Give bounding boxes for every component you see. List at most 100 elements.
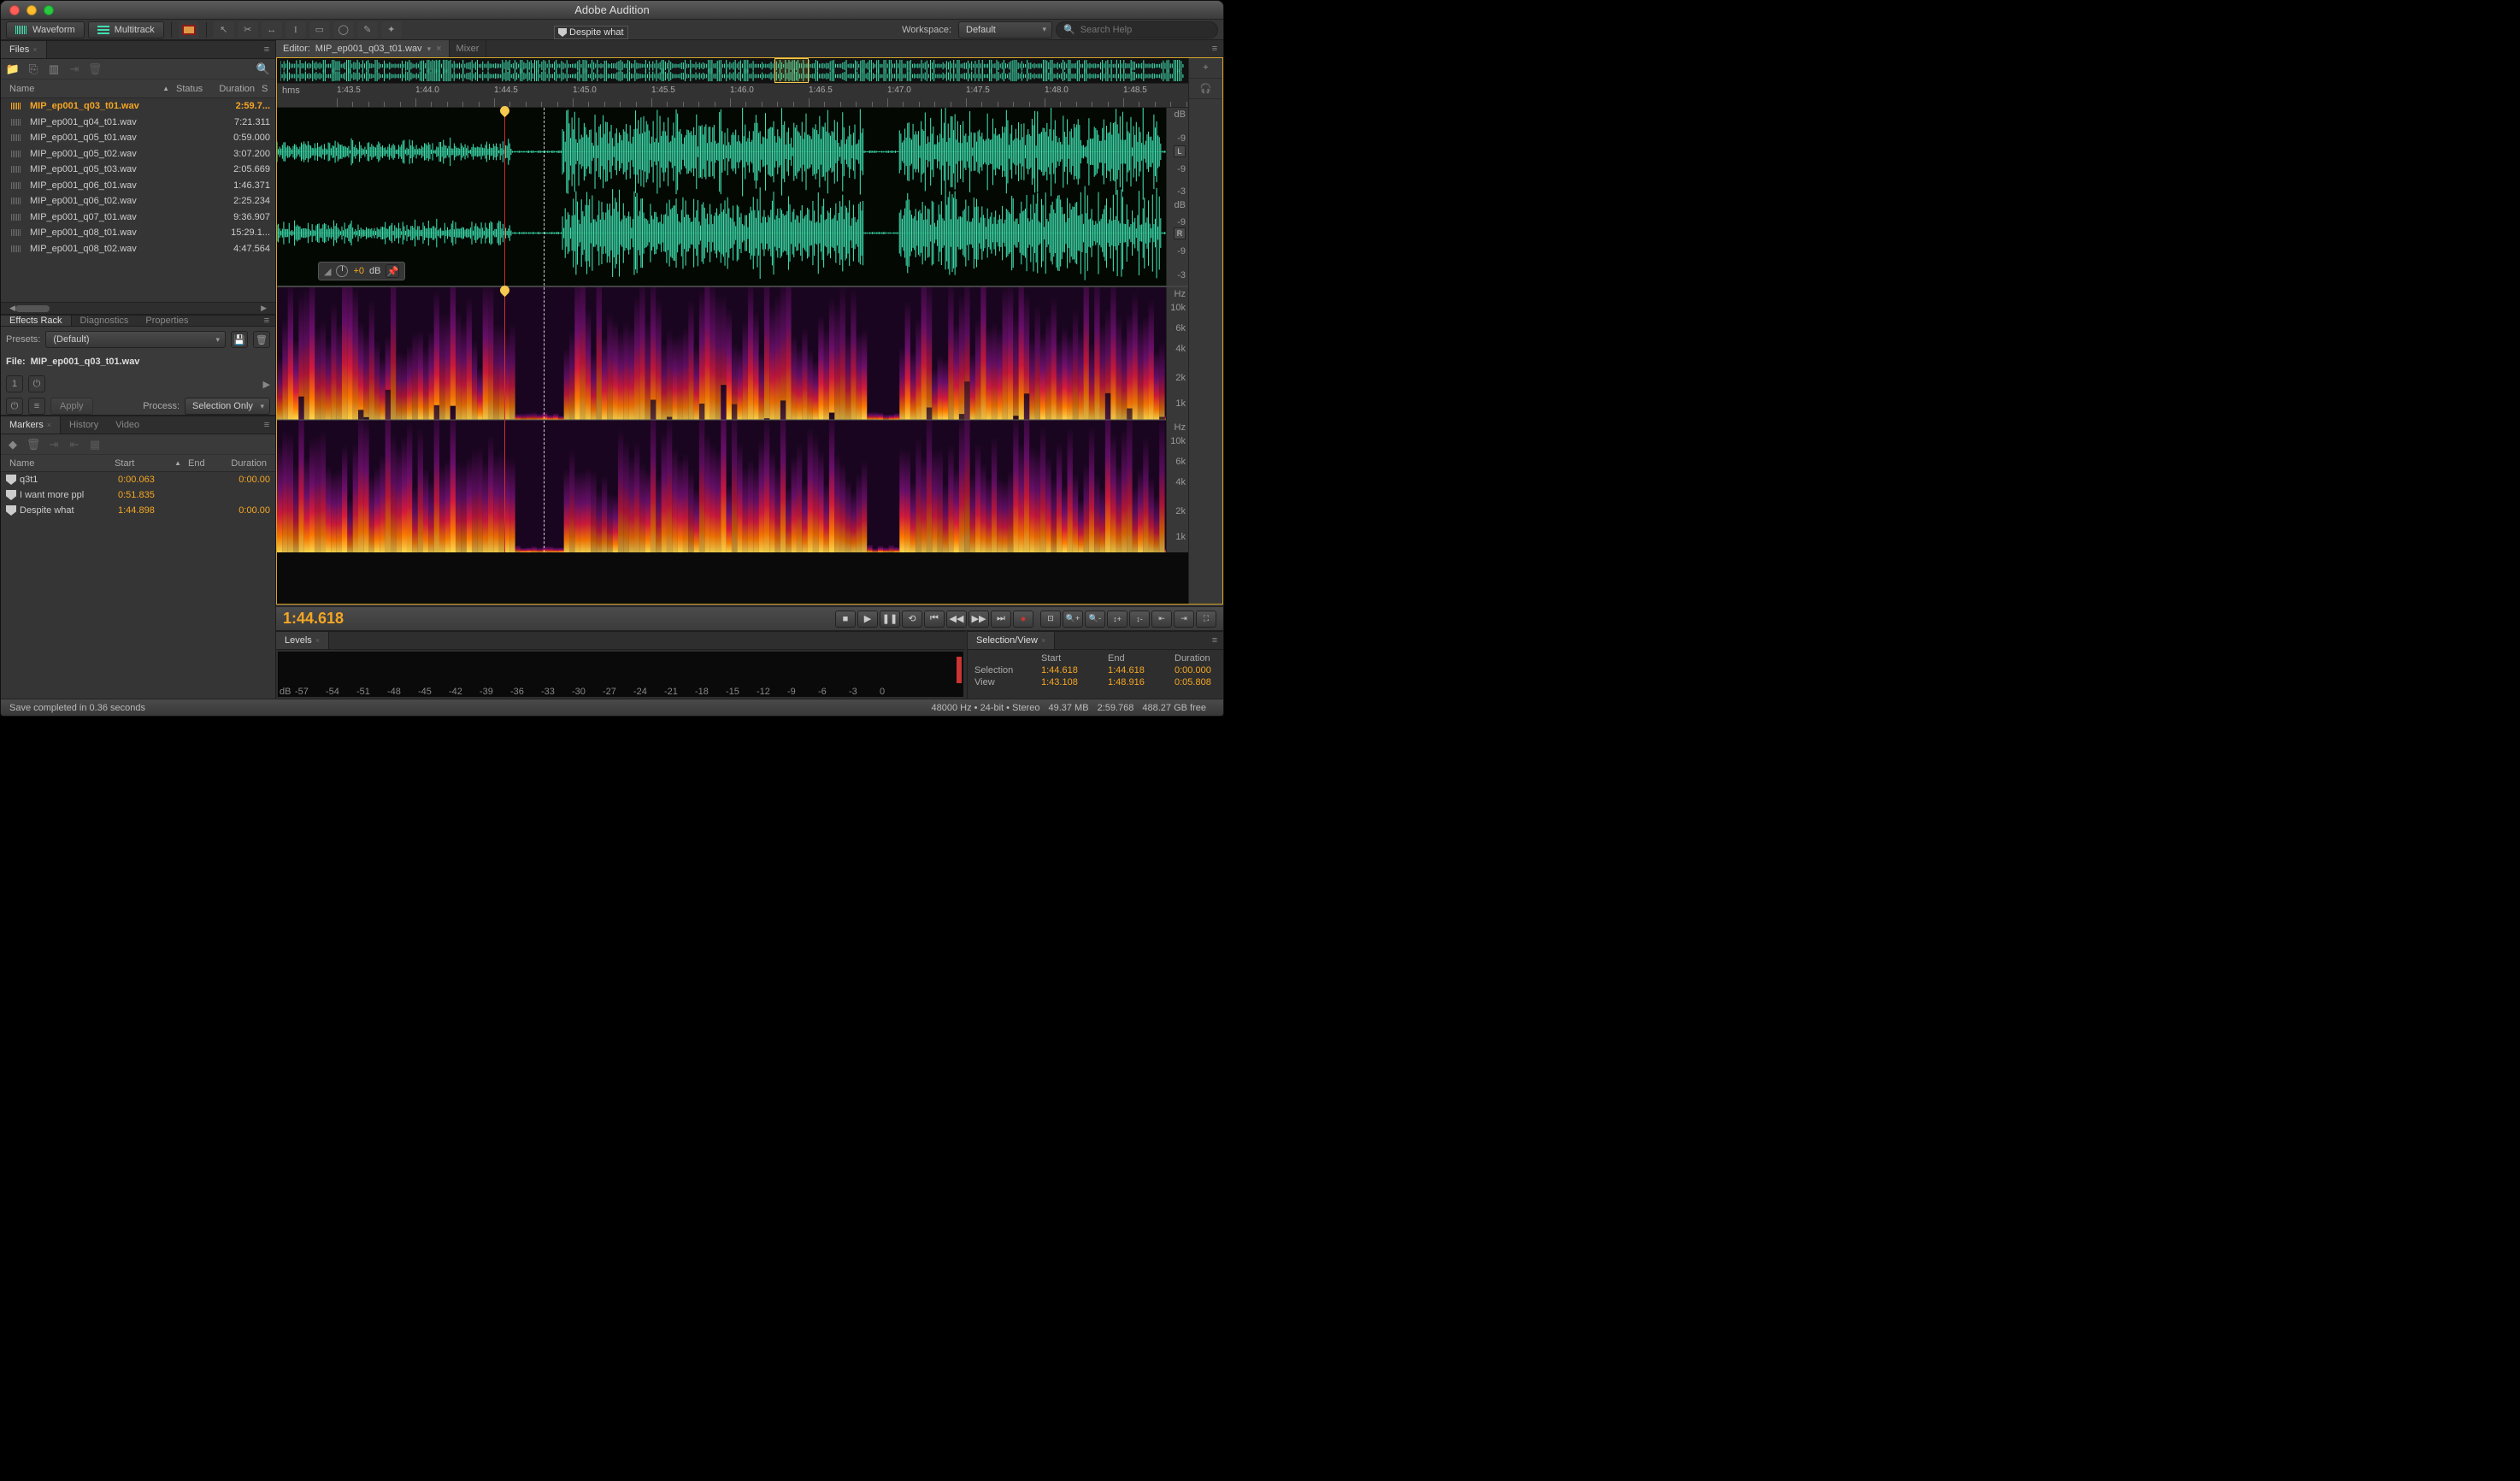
volume-hud[interactable]: ◢ +0 dB 📌 — [318, 262, 405, 280]
marker-row[interactable]: q3t10:00.0630:00.00 — [1, 472, 275, 487]
heal-tool-icon[interactable]: ✦ — [381, 21, 402, 38]
zoom-out-h-button[interactable]: 🔍- — [1085, 611, 1105, 628]
merge-markers-icon[interactable]: ⇥ — [47, 438, 61, 451]
video-tab[interactable]: Video — [107, 416, 148, 434]
editor-tab[interactable]: Editor: MIP_ep001_q03_t01.wav ▾ × — [276, 40, 450, 57]
zoom-sel-in-button[interactable]: ⇤ — [1151, 611, 1172, 628]
record-button[interactable]: ● — [1013, 611, 1033, 628]
insert-icon[interactable]: ⇥ — [68, 62, 81, 76]
files-column-header[interactable]: Name ▲ Status Duration S — [1, 80, 275, 98]
clip-indicator[interactable] — [957, 657, 962, 683]
apply-button[interactable]: Apply — [50, 398, 93, 415]
scrollbar-thumb[interactable] — [15, 305, 50, 312]
minimize-window-icon[interactable] — [26, 5, 37, 15]
waveform-mode-button[interactable]: Waveform — [6, 21, 85, 38]
presets-dropdown[interactable]: (Default) — [45, 331, 226, 348]
files-tab[interactable]: Files× — [1, 41, 47, 58]
zoom-out-v-button[interactable]: ↕- — [1129, 611, 1150, 628]
import-icon[interactable]: ⎘ — [26, 62, 40, 76]
rewind-button[interactable]: ◀◀ — [946, 611, 967, 628]
marker-flag[interactable]: Despite what — [554, 26, 628, 39]
marker-row[interactable]: Despite what1:44.8980:00.00 — [1, 503, 275, 518]
close-icon[interactable]: × — [32, 45, 37, 54]
razor-tool-icon[interactable]: ✂ — [238, 21, 258, 38]
file-row[interactable]: MIP_ep001_q06_t02.wav2:25.234 — [1, 193, 275, 209]
properties-tab[interactable]: Properties — [137, 316, 197, 326]
time-ruler[interactable]: hms 1:43.51:44.01:44.51:45.01:45.51:46.0… — [277, 84, 1188, 108]
selection-view-tab[interactable]: Selection/View× — [968, 632, 1055, 649]
markers-column-header[interactable]: Name Start▲ End Duration — [1, 455, 275, 472]
playhead[interactable] — [504, 108, 505, 286]
slip-tool-icon[interactable]: ↔ — [262, 21, 282, 38]
file-row[interactable]: MIP_ep001_q03_t01.wav2:59.7... — [1, 98, 275, 115]
overview-selection[interactable] — [774, 58, 809, 83]
zoom-full-button[interactable]: ⛶ — [1196, 611, 1216, 628]
insert-marker-icon[interactable]: ▦ — [88, 438, 102, 451]
lasso-tool-icon[interactable]: ◯ — [333, 21, 354, 38]
process-dropdown[interactable]: Selection Only — [185, 398, 270, 415]
stop-button[interactable]: ■ — [835, 611, 856, 628]
play-button[interactable]: ▶ — [857, 611, 878, 628]
levels-meter[interactable]: dB-57-54-51-48-45-42-39-36-33-30-27-24-2… — [278, 652, 963, 697]
marquee-tool-icon[interactable]: ▭ — [309, 21, 330, 38]
files-list[interactable]: MIP_ep001_q03_t01.wav2:59.7...MIP_ep001_… — [1, 98, 275, 302]
effect-slot-1[interactable]: 1 — [6, 375, 23, 392]
zoom-window-icon[interactable] — [44, 5, 54, 15]
sv-value[interactable]: 1:48.916 — [1108, 677, 1168, 687]
levels-tab[interactable]: Levels× — [276, 632, 329, 649]
mix-icon[interactable]: ≡ — [28, 398, 45, 415]
volume-knob[interactable] — [336, 265, 348, 277]
effects-rack-tab[interactable]: Effects Rack — [1, 316, 72, 326]
search-input[interactable] — [1080, 25, 1210, 35]
skip-end-button[interactable]: ⏭ — [991, 611, 1011, 628]
zoom-in-h-button[interactable]: 🔍+ — [1063, 611, 1083, 628]
time-select-tool-icon[interactable]: I — [286, 21, 306, 38]
markers-tab[interactable]: Markers× — [1, 416, 61, 434]
search-toggle-icon[interactable]: 🔍 — [256, 62, 270, 76]
playhead[interactable] — [504, 287, 505, 552]
markers-list[interactable]: q3t10:00.0630:00.00I want more ppl0:51.8… — [1, 472, 275, 699]
zoom-navigator-icon[interactable]: ⌖ — [1189, 58, 1222, 79]
panel-menu-icon[interactable]: ≡ — [1206, 40, 1223, 57]
power-icon[interactable]: ⏻ — [28, 375, 45, 392]
files-hscroll[interactable]: ◀▶ — [1, 302, 275, 314]
file-row[interactable]: MIP_ep001_q08_t02.wav4:47.564 — [1, 241, 275, 257]
workspace-dropdown[interactable]: Default — [958, 21, 1052, 38]
marker-row[interactable]: I want more ppl0:51.835 — [1, 487, 275, 503]
sv-value[interactable]: 1:44.618 — [1108, 665, 1168, 676]
spectral-display-button[interactable] — [179, 21, 199, 38]
zoom-in-v-button[interactable]: ↕+ — [1107, 611, 1128, 628]
waveform-display[interactable]: dB -9 -∞ -9 -3 dB -9 -∞ -9 -3 L R — [277, 108, 1188, 287]
zoom-reset-button[interactable]: ⊡ — [1040, 611, 1061, 628]
brush-tool-icon[interactable]: ✎ — [357, 21, 378, 38]
sv-value[interactable]: 1:44.618 — [1041, 665, 1101, 676]
history-tab[interactable]: History — [61, 416, 107, 434]
delete-preset-icon[interactable]: 🗑 — [253, 331, 270, 348]
multitrack-mode-button[interactable]: Multitrack — [88, 21, 164, 38]
new-multitrack-icon[interactable]: ▥ — [47, 62, 61, 76]
file-row[interactable]: MIP_ep001_q07_t01.wav9:36.907 — [1, 209, 275, 226]
file-row[interactable]: MIP_ep001_q08_t01.wav15:29.1... — [1, 225, 275, 241]
open-file-icon[interactable]: 📁 — [6, 62, 20, 76]
file-row[interactable]: MIP_ep001_q05_t02.wav3:07.200 — [1, 146, 275, 162]
overview-waveform[interactable] — [277, 58, 1188, 84]
dropdown-icon[interactable]: ▾ — [427, 44, 432, 54]
forward-button[interactable]: ▶▶ — [969, 611, 989, 628]
sv-value[interactable]: 0:05.808 — [1175, 677, 1224, 687]
close-window-icon[interactable] — [9, 5, 20, 15]
export-markers-icon[interactable]: ⇤ — [68, 438, 81, 451]
file-row[interactable]: MIP_ep001_q05_t03.wav2:05.669 — [1, 162, 275, 178]
power-all-icon[interactable]: ⏻ — [6, 398, 23, 415]
mixer-tab[interactable]: Mixer — [450, 40, 487, 57]
file-row[interactable]: MIP_ep001_q05_t01.wav0:59.000 — [1, 130, 275, 146]
diagnostics-tab[interactable]: Diagnostics — [72, 316, 138, 326]
pause-button[interactable]: ❚❚ — [880, 611, 900, 628]
file-row[interactable]: MIP_ep001_q06_t01.wav1:46.371 — [1, 178, 275, 194]
close-icon[interactable]: × — [436, 44, 441, 54]
move-tool-icon[interactable]: ↖ — [214, 21, 234, 38]
skip-start-button[interactable]: ⏮ — [924, 611, 945, 628]
file-row[interactable]: MIP_ep001_q04_t01.wav7:21.311 — [1, 115, 275, 131]
save-preset-icon[interactable]: 💾 — [231, 331, 248, 348]
spectrogram-display[interactable]: Hz 10k 6k 4k 2k 1k Hz 10k 6k 4k 2k 1k — [277, 287, 1188, 552]
add-marker-icon[interactable]: ◆ — [6, 438, 20, 451]
